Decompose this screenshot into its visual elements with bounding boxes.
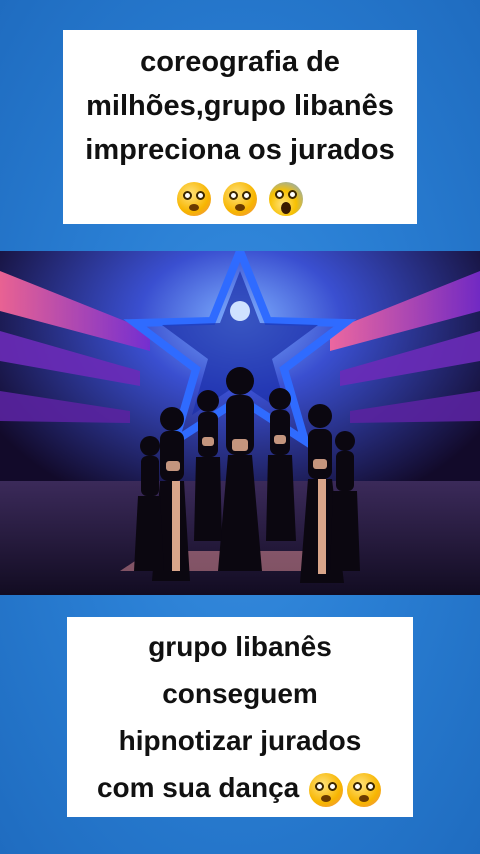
top-caption-line-3: impreciona os jurados (85, 134, 395, 166)
bottom-caption-line-2: conseguem (162, 678, 318, 709)
flushed-face-icon (309, 772, 344, 807)
top-caption: coreografia de milhões,grupo libanês imp… (63, 30, 417, 224)
top-caption-emoji-row (63, 176, 417, 220)
bottom-caption-line-3: hipnotizar jurados (118, 725, 362, 756)
flushed-face-icon (176, 182, 211, 217)
top-caption-line-1: coreografia de (140, 46, 340, 78)
top-caption-line-2: milhões,grupo libanês (86, 90, 394, 122)
flushed-face-icon (223, 182, 257, 217)
flushed-face-icon (347, 772, 382, 807)
bottom-caption-line-4-text: com sua dança (96, 772, 300, 803)
face-screaming-in-fear-icon (269, 182, 304, 217)
bottom-caption-line-4: com sua dança (67, 764, 413, 811)
bottom-caption: grupo libanês conseguem hipnotizar jurad… (67, 617, 413, 817)
bottom-caption-line-1: grupo libanês (148, 631, 332, 662)
video-frame[interactable] (0, 251, 480, 595)
stage-scene (0, 251, 480, 595)
